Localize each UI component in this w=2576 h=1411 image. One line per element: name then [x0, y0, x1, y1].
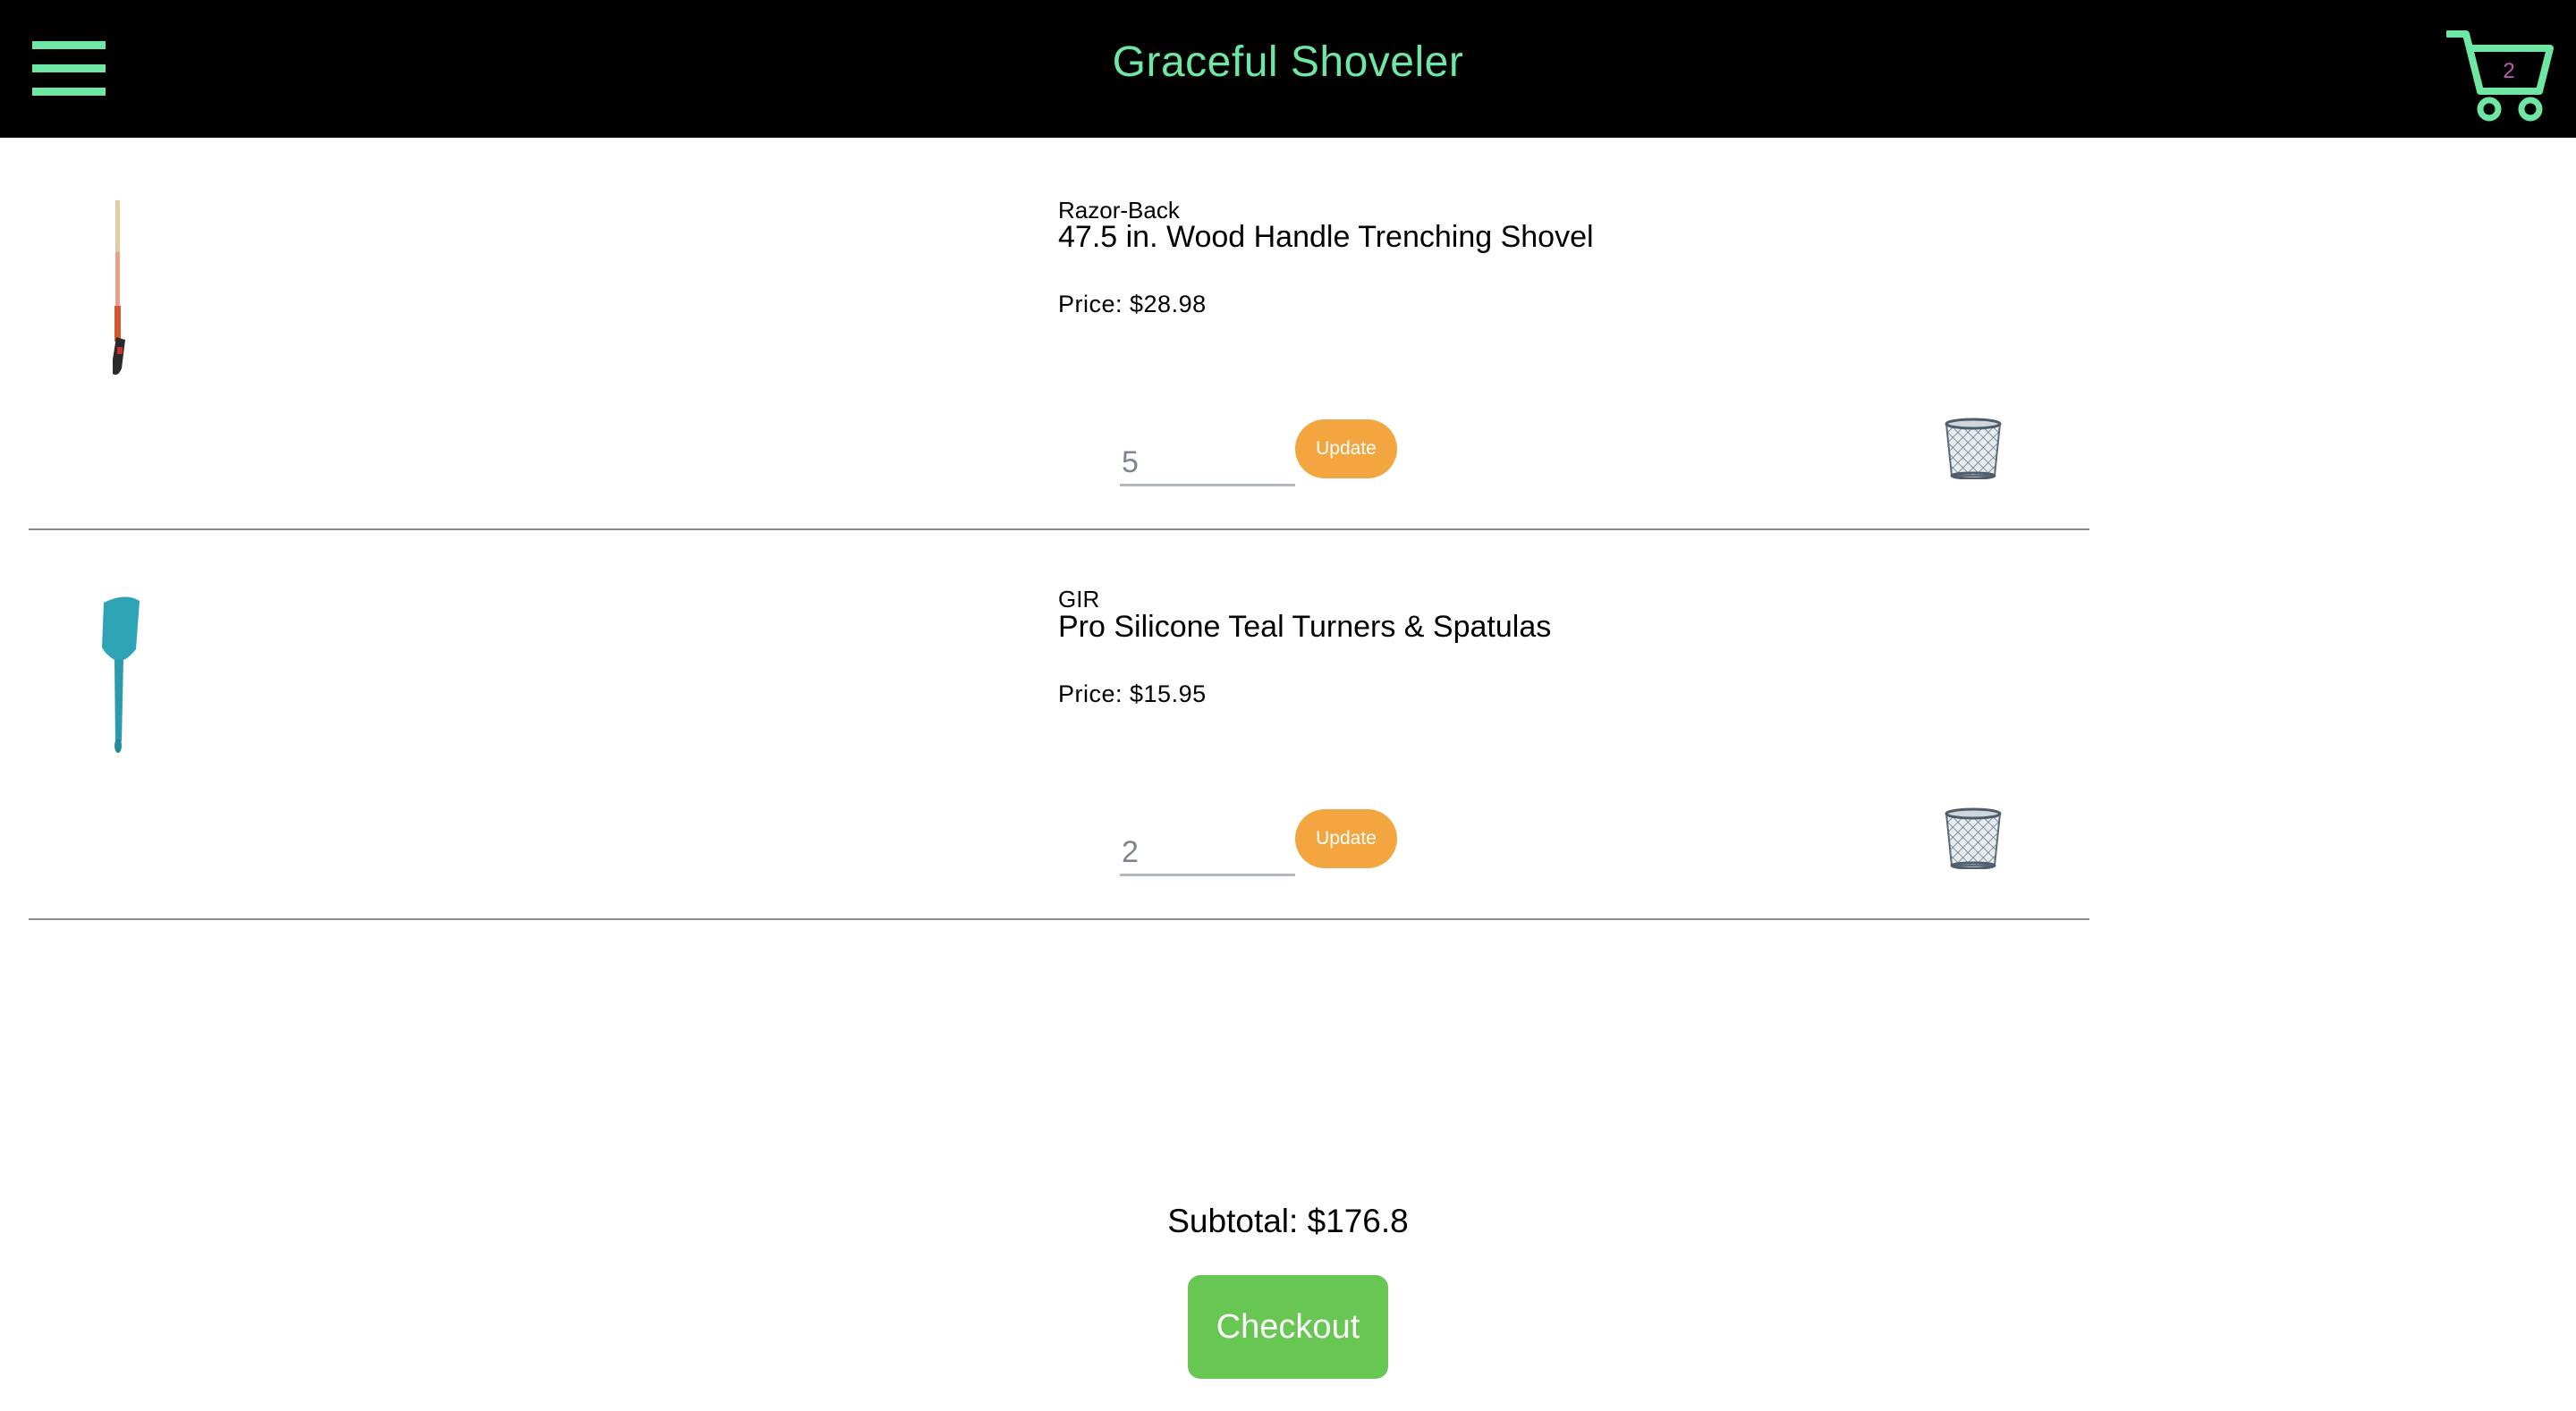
product-title[interactable]: Pro Silicone Teal Turners & Spatulas — [1058, 610, 1551, 645]
trash-can-icon[interactable] — [1943, 417, 2004, 479]
quantity-input[interactable] — [1120, 832, 1295, 876]
item-divider — [29, 918, 2089, 920]
menu-bar-line — [32, 88, 106, 96]
cart-count-badge: 2 — [2503, 59, 2515, 83]
quantity-input[interactable] — [1120, 442, 1295, 486]
shovel-image — [113, 200, 125, 376]
item-divider — [29, 528, 2089, 530]
shopping-cart-icon[interactable]: 2 — [2446, 29, 2554, 123]
site-title[interactable]: Graceful Shoveler — [0, 38, 2576, 87]
checkout-button[interactable]: Checkout — [1188, 1275, 1388, 1379]
update-quantity-button[interactable]: Update — [1295, 419, 1397, 478]
trash-can-icon[interactable] — [1943, 807, 2004, 869]
product-price: Price: $15.95 — [1058, 680, 1207, 707]
cart-subtotal: Subtotal: $176.8 — [1167, 1203, 1409, 1239]
spatula-image — [102, 596, 140, 753]
update-quantity-button[interactable]: Update — [1295, 809, 1397, 868]
product-title[interactable]: 47.5 in. Wood Handle Trenching Shovel — [1058, 220, 1594, 255]
top-navigation-bar: Graceful Shoveler 2 — [0, 0, 2576, 138]
product-price: Price: $28.98 — [1058, 291, 1207, 317]
